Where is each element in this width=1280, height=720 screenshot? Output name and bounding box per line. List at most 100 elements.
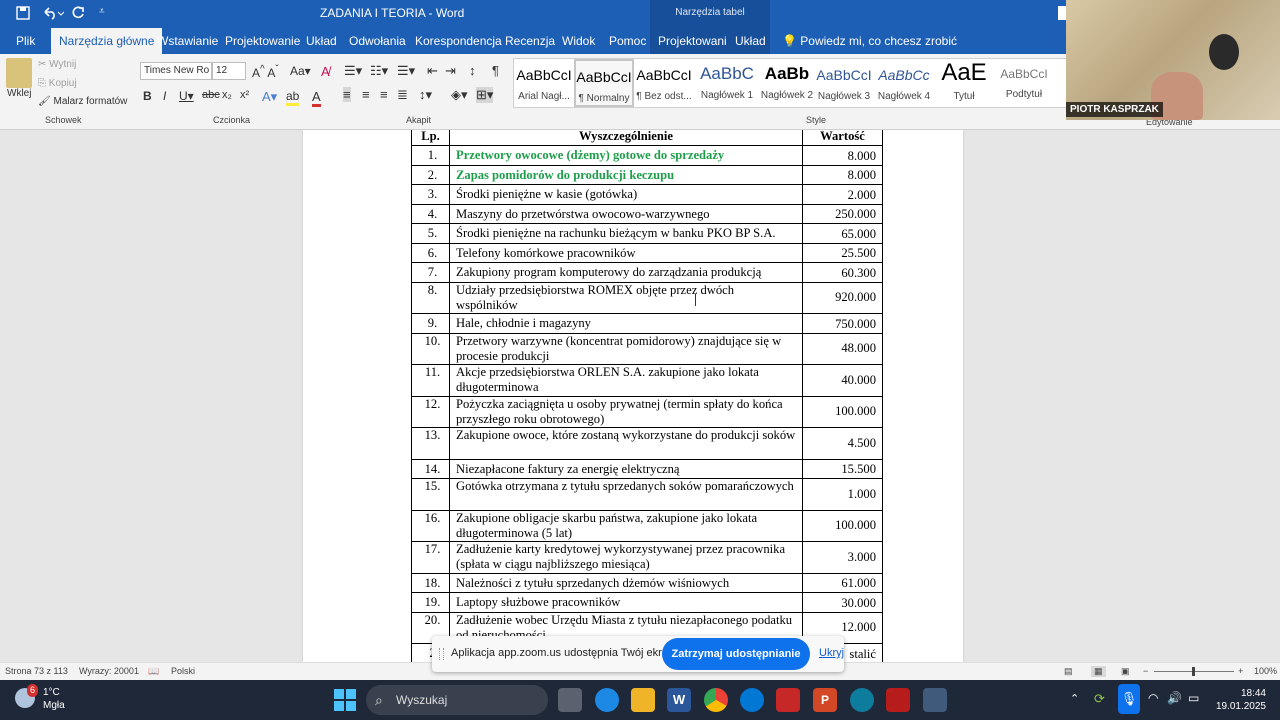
browser-icon[interactable] [850,688,874,712]
row-number-cell[interactable]: 5. [411,223,450,244]
drag-handle-icon[interactable] [439,648,444,660]
italic-button[interactable]: I [163,89,166,103]
zoom-out-icon[interactable]: − [1143,666,1148,676]
row-description-cell[interactable]: Środki pieniężne w kasie (gotówka) [449,184,803,205]
word-icon[interactable]: W [667,688,691,712]
grow-font-icon[interactable]: A^ Aˇ [252,64,279,80]
page-count[interactable]: Strona 73 z 113 [5,666,68,676]
participant-video[interactable]: PIOTR KASPRZAK [1066,0,1280,120]
row-description-cell[interactable]: Maszyny do przetwórstwa owocowo-warzywne… [449,203,803,224]
row-description-cell[interactable]: Akcje przedsiębiorstwa ORLEN S.A. zakupi… [449,364,803,397]
row-number-cell[interactable]: 1. [411,145,450,166]
row-value-cell[interactable]: 30.000 [802,592,883,613]
tab-home[interactable]: Narzędzia główne [51,28,163,54]
row-number-cell[interactable]: 7. [411,262,450,283]
style-normal[interactable]: AaBbCcI ¶ Normalny [574,59,634,107]
undo-icon[interactable] [42,6,65,23]
row-description-cell[interactable]: Laptopy służbowe pracowników [449,592,803,613]
row-description-cell[interactable]: Zakupione obligacje skarbu państwa, zaku… [449,509,803,542]
row-number-cell[interactable]: 13. [411,427,450,460]
row-description-cell[interactable]: Przetwory warzywne (koncentrat pomidorow… [449,332,803,365]
row-value-cell[interactable]: 60.300 [802,262,883,283]
row-description-cell[interactable]: Przetwory owocowe (dżemy) gotowe do sprz… [449,145,803,166]
row-value-cell[interactable]: 100.000 [802,395,883,428]
row-value-cell[interactable]: 1.000 [802,478,883,511]
row-description-cell[interactable]: Należności z tytułu sprzedanych dżemów w… [449,572,803,593]
increase-indent-icon[interactable]: ⇥ [445,63,456,79]
taskbar-search[interactable]: ⌕ Wyszukaj [366,685,548,715]
numbering-icon[interactable]: ☷▾ [370,63,388,79]
row-number-cell[interactable]: 8. [411,281,450,314]
word-count[interactable]: Wyrazy: 20001 [79,666,139,676]
chevron-up-icon[interactable]: ⌃ [1070,692,1079,705]
style-no-spacing[interactable]: AaBbCcI ¶ Bez odst... [634,59,694,107]
row-number-cell[interactable]: 18. [411,572,450,593]
tab-table-layout[interactable]: Układ [727,28,770,54]
row-description-cell[interactable]: Udziały przedsiębiorstwa ROMEX objęte pr… [449,281,803,314]
row-value-cell[interactable]: 750.000 [802,313,883,334]
language-indicator[interactable]: Polski [171,666,195,676]
row-value-cell[interactable]: 48.000 [802,332,883,365]
row-description-cell[interactable]: Zakupiony program komputerowy do zarządz… [449,262,803,283]
style-heading-1[interactable]: AaBbC Nagłówek 1 [697,59,757,107]
font-size-select[interactable]: 12 [212,62,246,80]
redo-icon[interactable] [71,6,85,23]
decrease-indent-icon[interactable]: ⇤ [427,63,438,79]
zoom-level[interactable]: 100% [1254,666,1277,676]
row-number-cell[interactable]: 17. [411,541,450,574]
web-layout-icon[interactable]: ▣ [1121,666,1130,677]
row-number-cell[interactable]: 11. [411,364,450,397]
tab-mailings[interactable]: Korespondencja [407,28,510,54]
row-description-cell[interactable]: Hale, chłodnie i magazyny [449,313,803,334]
superscript-button[interactable]: x² [240,89,249,101]
clear-format-icon[interactable]: A̸ [321,64,330,79]
row-value-cell[interactable]: 3.000 [802,541,883,574]
show-marks-icon[interactable]: ¶ [492,63,499,78]
print-layout-icon[interactable]: ▦ [1091,666,1106,677]
row-value-cell[interactable]: 100.000 [802,509,883,542]
row-value-cell[interactable]: 25.500 [802,242,883,263]
paste-icon[interactable] [6,58,32,88]
read-mode-icon[interactable]: ▤ [1064,666,1073,677]
row-number-cell[interactable]: 3. [411,184,450,205]
row-number-cell[interactable]: 10. [411,332,450,365]
tab-table-design[interactable]: Projektowanie [650,28,733,54]
tab-layout[interactable]: Układ [298,28,345,54]
sync-icon[interactable]: ⟳ [1094,691,1105,707]
edge-icon[interactable] [595,688,619,712]
tab-help[interactable]: Pomoc [601,28,654,54]
font-color-icon[interactable]: A [312,89,321,107]
screen-share-icon[interactable] [776,688,800,712]
shading-icon[interactable]: ◈▾ [451,87,468,103]
battery-icon[interactable]: ▭ [1188,691,1199,705]
align-left-icon[interactable]: ≡ [343,87,351,102]
line-spacing-icon[interactable]: ↕▾ [419,87,432,103]
underline-button[interactable]: U▾ [179,89,194,103]
cut-button[interactable]: ✂ Wytnij [38,59,76,70]
subscript-button[interactable]: x₂ [222,89,232,101]
acrobat-icon[interactable] [886,688,910,712]
bullets-icon[interactable]: ☰▾ [344,63,362,79]
row-description-cell[interactable]: Zadłużenie karty kredytowej wykorzystywa… [449,541,803,574]
format-painter-button[interactable]: 🖌 Malarz formatów [38,96,127,107]
paste-button[interactable]: Wklej [7,88,31,99]
justify-icon[interactable]: ≣ [397,87,408,103]
highlight-icon[interactable]: ab [286,89,300,106]
tab-view[interactable]: Widok [554,28,603,54]
calculator-icon[interactable] [923,688,947,712]
row-number-cell[interactable]: 4. [411,203,450,224]
tab-insert[interactable]: Wstawianie [149,28,226,54]
stop-sharing-button[interactable]: Zatrzymaj udostępnianie [662,638,810,670]
zoom-slider-thumb[interactable] [1192,667,1195,676]
customize-qat-icon[interactable]: ⩡ [99,6,105,17]
row-number-cell[interactable]: 14. [411,458,450,479]
row-number-cell[interactable]: 19. [411,592,450,613]
row-description-cell[interactable]: Zapas pomidorów do produkcji keczupu [449,164,803,185]
weather-widget[interactable]: 6 1°C Mgła [15,684,65,712]
row-value-cell[interactable]: 8.000 [802,164,883,185]
strikethrough-button[interactable]: abc [202,89,220,101]
save-icon[interactable] [16,6,30,23]
font-name-select[interactable]: Times New Ro [140,62,212,80]
row-value-cell[interactable]: 8.000 [802,145,883,166]
wifi-icon[interactable]: ◠ [1148,691,1158,705]
